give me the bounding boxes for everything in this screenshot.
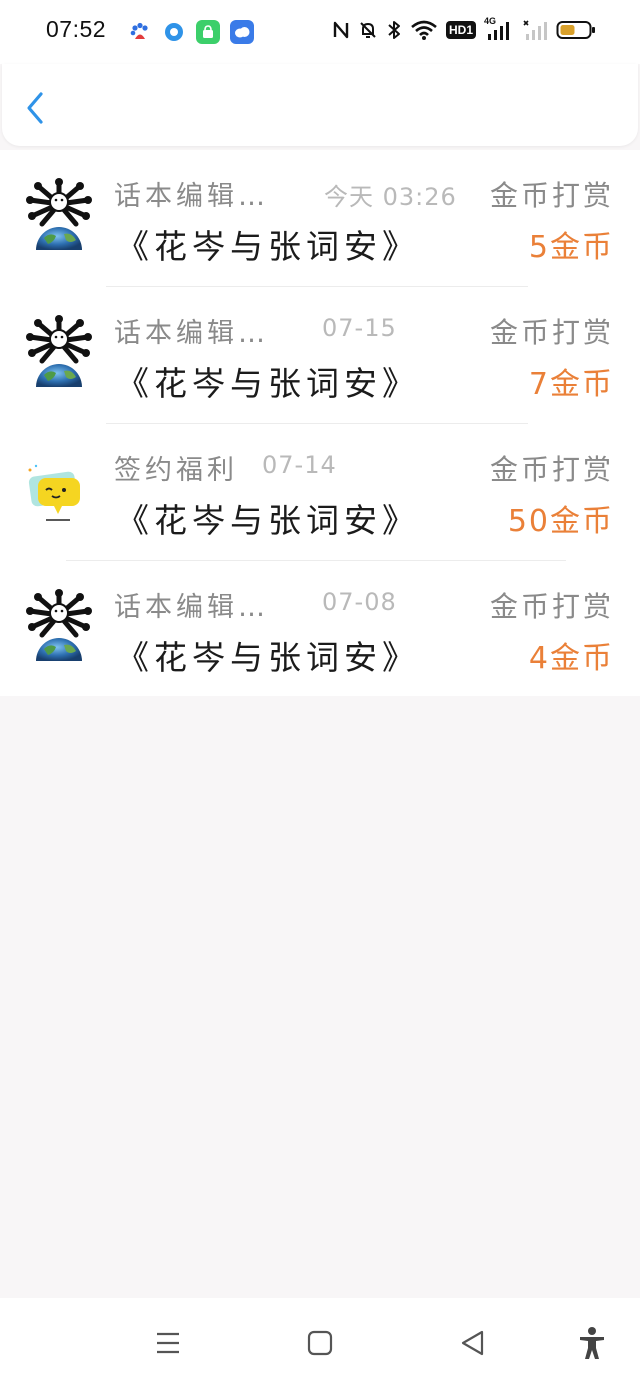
store-icon bbox=[196, 20, 220, 44]
hd-label: HD1 bbox=[445, 21, 476, 39]
system-nav-bar bbox=[0, 1298, 640, 1387]
record-source: 话本编辑… bbox=[114, 592, 269, 623]
list-item[interactable]: 话本编辑… 今天 03:26 金币打赏 《花岑与张词安》 5金币 bbox=[0, 150, 640, 287]
bluetooth-icon bbox=[386, 18, 402, 42]
book-title: 《花岑与张词安》 bbox=[116, 638, 420, 677]
record-date: 今天 03:26 bbox=[324, 183, 457, 211]
back-button[interactable] bbox=[20, 90, 50, 126]
signal-4g-icon: 4G bbox=[484, 16, 514, 42]
back-triangle-icon bbox=[461, 1330, 484, 1356]
status-app-icons bbox=[128, 20, 254, 44]
book-title: 《花岑与张词安》 bbox=[116, 227, 420, 266]
home-square-icon bbox=[307, 1330, 333, 1356]
header-bar bbox=[2, 64, 638, 146]
coin-amount: 50金币 bbox=[507, 504, 614, 539]
coin-amount: 4金币 bbox=[528, 641, 614, 676]
book-title: 《花岑与张词安》 bbox=[116, 501, 420, 540]
battery-icon bbox=[556, 18, 596, 42]
reward-record-list: 话本编辑… 今天 03:26 金币打赏 《花岑与张词安》 5金币 话本编辑… 0… bbox=[0, 150, 640, 696]
coin-amount: 5金币 bbox=[528, 230, 614, 265]
record-type: 金币打赏 bbox=[489, 316, 614, 349]
mute-bell-icon bbox=[358, 18, 378, 42]
network-label: 4G bbox=[484, 16, 497, 26]
record-date: 07-14 bbox=[262, 451, 337, 479]
nfc-icon bbox=[332, 18, 350, 42]
signal-empty-icon bbox=[522, 18, 548, 42]
spiky-globe-avatar bbox=[24, 178, 94, 250]
accessibility-button[interactable] bbox=[575, 1326, 609, 1360]
record-date: 07-08 bbox=[322, 588, 397, 616]
record-type: 金币打赏 bbox=[489, 453, 614, 486]
screen: 07:52 HD1 4G 话本编辑… 今天 03:26 金币打赏 《花岑与张词安… bbox=[0, 0, 640, 1387]
chat-bubble-avatar bbox=[24, 452, 94, 524]
book-title: 《花岑与张词安》 bbox=[116, 364, 420, 403]
wifi-icon bbox=[410, 18, 438, 42]
record-type: 金币打赏 bbox=[489, 179, 614, 212]
home-button[interactable] bbox=[303, 1326, 337, 1360]
status-bar: 07:52 HD1 4G bbox=[0, 0, 640, 64]
record-source: 签约福利 bbox=[114, 455, 238, 486]
browser-icon bbox=[162, 20, 186, 44]
list-item[interactable]: 话本编辑… 07-08 金币打赏 《花岑与张词安》 4金币 bbox=[0, 561, 640, 698]
spiky-globe-avatar bbox=[24, 589, 94, 661]
record-source: 话本编辑… bbox=[114, 318, 269, 349]
coin-amount: 7金币 bbox=[528, 367, 614, 402]
list-item[interactable]: 签约福利 07-14 金币打赏 《花岑与张词安》 50金币 bbox=[0, 424, 640, 561]
baidu-icon bbox=[128, 20, 152, 44]
cloud-icon bbox=[230, 20, 254, 44]
menu-icon bbox=[157, 1332, 179, 1354]
hd-badge-icon: HD1 bbox=[445, 18, 476, 42]
record-type: 金币打赏 bbox=[489, 590, 614, 623]
record-source: 话本编辑… bbox=[114, 181, 269, 212]
spiky-globe-avatar bbox=[24, 315, 94, 387]
status-time: 07:52 bbox=[46, 16, 107, 42]
menu-button[interactable] bbox=[151, 1326, 185, 1360]
list-item[interactable]: 话本编辑… 07-15 金币打赏 《花岑与张词安》 7金币 bbox=[0, 287, 640, 424]
status-system-icons: HD1 4G bbox=[332, 16, 596, 42]
chevron-left-icon bbox=[27, 92, 43, 124]
accessibility-icon bbox=[580, 1327, 604, 1359]
system-back-button[interactable] bbox=[456, 1326, 490, 1360]
record-date: 07-15 bbox=[322, 314, 397, 342]
